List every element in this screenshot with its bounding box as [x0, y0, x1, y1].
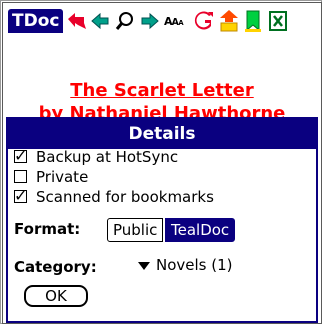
- checkbox-label: Backup at HotSync: [36, 148, 179, 166]
- toolbar: TDoc AAA: [4, 5, 320, 37]
- bookmark-icon[interactable]: [242, 9, 264, 33]
- checkbox-label: Private: [36, 168, 89, 186]
- bookmark-up-icon[interactable]: [218, 9, 240, 33]
- checkbox-box[interactable]: [14, 170, 27, 183]
- category-dropdown[interactable]: Novels (1): [138, 256, 233, 274]
- checkbox-box[interactable]: ✓: [14, 146, 28, 165]
- document-title: The Scarlet Letter: [70, 80, 254, 101]
- next-page-icon[interactable]: [138, 9, 160, 33]
- app-title[interactable]: TDoc: [8, 9, 64, 33]
- go-icon[interactable]: [194, 9, 216, 33]
- close-icon[interactable]: [268, 9, 290, 33]
- ok-button[interactable]: OK: [24, 285, 88, 307]
- dialog-title: Details: [8, 119, 316, 149]
- checkbox-box[interactable]: ✓: [14, 186, 28, 205]
- svg-text:A: A: [178, 19, 184, 27]
- dropdown-arrow-icon: [138, 261, 150, 270]
- format-public-button[interactable]: Public: [107, 218, 164, 242]
- format-tealdoc-button[interactable]: TealDoc: [165, 218, 236, 242]
- category-label: Category:: [14, 258, 97, 276]
- checkmark-icon: ✓: [14, 146, 28, 165]
- checkmark-icon: ✓: [14, 186, 28, 205]
- search-icon[interactable]: [114, 9, 136, 33]
- category-value: Novels (1): [156, 256, 233, 274]
- prev-page-icon[interactable]: [90, 9, 112, 33]
- font-size-icon[interactable]: AAA: [164, 9, 190, 33]
- format-label: Format:: [14, 220, 81, 238]
- checkbox-label: Scanned for bookmarks: [36, 188, 214, 206]
- back-arrow-icon[interactable]: [66, 9, 88, 33]
